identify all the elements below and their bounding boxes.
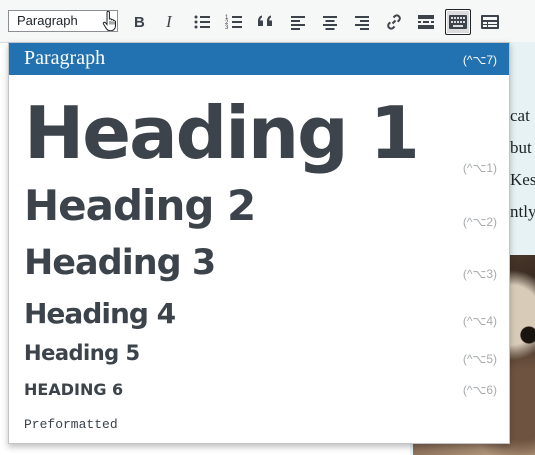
svg-text:3: 3 <box>225 25 229 31</box>
editor-text-line: but <box>510 138 532 157</box>
read-more-icon <box>418 15 434 29</box>
quote-icon <box>258 15 272 26</box>
toolbar-toggle-button[interactable] <box>445 9 471 35</box>
blockquote-button[interactable] <box>254 10 278 34</box>
menu-item-paragraph[interactable]: Paragraph (^⌥7) <box>9 43 509 75</box>
menu-item-preformatted[interactable]: Preformatted <box>9 411 509 439</box>
bold-button[interactable]: B <box>127 10 151 34</box>
menu-item-label: Preformatted <box>24 417 118 432</box>
form-icon <box>481 15 499 29</box>
menu-item-label: Heading 2 <box>24 181 256 230</box>
menu-item-shortcut: (^⌥2) <box>462 215 497 229</box>
menu-item-shortcut: (^⌥6) <box>462 383 497 397</box>
menu-item-heading-6[interactable]: HEADING 6 (^⌥6) <box>9 377 509 407</box>
italic-icon: I <box>165 12 173 31</box>
link-icon <box>387 14 401 30</box>
menu-item-label: Heading 4 <box>24 297 176 330</box>
align-left-button[interactable] <box>286 10 310 34</box>
menu-item-shortcut: (^⌥5) <box>462 352 497 366</box>
align-right-button[interactable] <box>350 10 374 34</box>
hand-cursor-icon <box>102 11 116 31</box>
menu-item-shortcut: (^⌥4) <box>462 314 497 328</box>
menu-item-label: Heading 1 <box>24 91 420 175</box>
menu-item-label: Heading 5 <box>24 341 140 365</box>
bold-icon: B <box>134 14 145 31</box>
editor-toolbar: Paragraph B I 1 2 3 <box>0 0 535 43</box>
menu-item-shortcut: (^⌥3) <box>462 267 497 281</box>
menu-item-shortcut: (^⌥7) <box>462 53 497 67</box>
editor-text-line: cat <box>510 106 530 125</box>
form-button[interactable] <box>478 10 502 34</box>
numbered-list-button[interactable]: 1 2 3 <box>222 10 246 34</box>
svg-text:B: B <box>134 14 145 31</box>
editor-text-line: ntly <box>510 202 535 221</box>
align-right-icon <box>355 16 369 30</box>
menu-item-heading-5[interactable]: Heading 5 (^⌥5) <box>9 341 509 375</box>
align-center-icon <box>323 16 337 30</box>
svg-text:I: I <box>165 12 173 31</box>
menu-item-heading-2[interactable]: Heading 2 (^⌥2) <box>9 179 509 239</box>
keyboard-icon <box>449 15 467 29</box>
editor-text-line: Kesn <box>510 170 535 189</box>
menu-item-heading-4[interactable]: Heading 4 (^⌥4) <box>9 297 509 337</box>
read-more-button[interactable] <box>414 10 438 34</box>
align-center-button[interactable] <box>318 10 342 34</box>
bulleted-list-button[interactable] <box>190 10 214 34</box>
menu-item-heading-3[interactable]: Heading 3 (^⌥3) <box>9 243 509 293</box>
format-dropdown-menu: Paragraph (^⌥7) Heading 1 (^⌥1) Heading … <box>8 42 510 444</box>
menu-item-label: HEADING 6 <box>24 380 124 399</box>
menu-item-label: Heading 3 <box>24 243 216 283</box>
align-left-icon <box>291 16 305 30</box>
bulleted-list-icon <box>194 15 210 29</box>
menu-item-label: Paragraph <box>24 47 106 69</box>
italic-button[interactable]: I <box>158 10 182 34</box>
numbered-list-icon: 1 2 3 <box>225 15 242 31</box>
menu-item-shortcut: (^⌥1) <box>462 161 497 175</box>
insert-link-button[interactable] <box>382 10 406 34</box>
